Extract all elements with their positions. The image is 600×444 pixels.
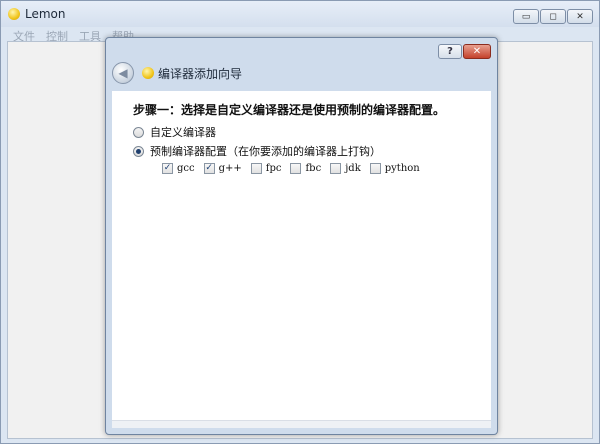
checkbox[interactable] [290,163,302,174]
close-button[interactable]: ✕ [567,9,593,24]
wizard-page: 步骤一：选择是自定义编译器还是使用预制的编译器配置。 自定义编译器 预制编译器配… [112,91,491,420]
checkbox[interactable]: ✓ [162,163,173,174]
checkbox[interactable] [250,163,262,174]
main-titlebar[interactable]: Lemon ▭ ◻ ✕ [1,1,599,27]
minimize-button[interactable]: ▭ [513,9,539,24]
custom-compiler-option[interactable]: 自定义编译器 [133,124,216,140]
compiler-label: gcc [177,163,195,174]
compiler-label: g++ [218,163,242,174]
wizard-footer [112,420,491,428]
wizard-title: 编译器添加向导 [158,67,243,81]
lemon-icon [142,67,154,79]
compiler-label: python [384,163,420,174]
preset-compiler-option[interactable]: 预制编译器配置（在你要添加的编译器上打钩） [133,143,381,159]
compiler-checkbox-fpc[interactable]: fpc [250,163,282,174]
compiler-wizard-dialog: ? ✕ ◀ 编译器添加向导 步骤一：选择是自定义编译器还是使用预制的编译器配置。… [105,37,498,435]
back-arrow-icon: ◀ [118,66,128,80]
compiler-checkbox-fbc[interactable]: fbc [290,163,321,174]
maximize-button[interactable]: ◻ [540,9,566,24]
compiler-checkbox-python[interactable]: python [369,163,420,174]
back-button[interactable]: ◀ [112,62,134,84]
compiler-label: fpc [265,163,282,174]
compiler-label: fbc [305,163,322,174]
help-button[interactable]: ? [438,44,462,59]
preset-compiler-radio[interactable] [133,145,144,157]
preset-compiler-label: 预制编译器配置（在你要添加的编译器上打钩） [150,145,381,158]
compiler-checkbox-jdk[interactable]: jdk [330,163,361,174]
radio-selected-dot [136,148,141,154]
compiler-checklist: ✓ gcc ✓ g++ fpc fbc jdk python [162,163,429,174]
compiler-checkbox-gcc[interactable]: ✓ gcc [162,163,195,174]
custom-compiler-radio[interactable] [133,126,144,138]
checkbox[interactable]: ✓ [203,163,215,174]
compiler-checkbox-gpp[interactable]: ✓ g++ [203,163,242,174]
checkbox[interactable] [330,163,342,174]
window-title: Lemon [25,7,66,21]
checkbox[interactable] [369,163,381,174]
custom-compiler-label: 自定义编译器 [150,126,216,139]
lemon-icon [8,8,20,20]
step-heading: 步骤一：选择是自定义编译器还是使用预制的编译器配置。 [133,103,446,117]
dialog-close-button[interactable]: ✕ [463,44,491,59]
compiler-label: jdk [345,163,361,174]
